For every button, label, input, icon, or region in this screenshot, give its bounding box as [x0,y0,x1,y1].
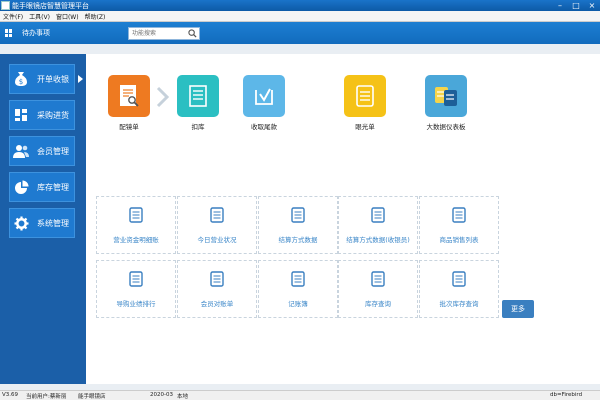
flow-label: 眼光单 [355,123,375,131]
sidebar-item-cashier[interactable]: $ 开单收银 [9,64,75,94]
search-icon[interactable] [188,29,197,38]
status-user: 当前用户:蔡新丽 [26,394,67,400]
report-label: 营业资金明细账 [113,236,159,244]
doc-list-icon [177,75,219,117]
status-version: V3.69 [2,392,19,398]
report-label: 库存查询 [365,300,391,308]
menu-tools[interactable]: 工具(V) [26,12,53,21]
report-tile[interactable]: 批次库存查询 [419,260,499,318]
status-bar: V3.69 当前用户:蔡新丽 能手眼镜店 2020-03 本地 db=Fireb… [0,390,600,400]
report-tile[interactable]: 导购业绩排行 [96,260,176,318]
document-icon [452,207,466,223]
report-tile[interactable]: 商品销售列表 [419,196,499,254]
main-panel: 配镜单 扣库 收取尾款 眼光单 大数据仪表板 营业资金明细账 今日营业状况 结算… [86,54,600,384]
sidebar-item-label: 采购进货 [37,110,69,120]
svg-text:$: $ [19,78,23,86]
document-icon [210,271,224,287]
document-icon [291,207,305,223]
sidebar: $ 开单收银 采购进货 会员管理 库存管理 系统管理 [0,54,86,384]
document-icon [452,271,466,287]
flow-dashboard[interactable]: 大数据仪表板 [424,75,468,131]
sidebar-item-label: 会员管理 [37,146,69,156]
sidebar-item-purchase[interactable]: 采购进货 [9,100,75,130]
report-tile[interactable]: 结算方式数据(收银员) [338,196,418,254]
toolbar: 待办事项 [0,22,600,44]
status-location: 本地 [177,394,189,400]
flow-label: 收取尾款 [251,123,277,131]
active-indicator-arrow [78,75,83,83]
grid-icon[interactable] [5,29,13,37]
status-db: db=Firebird [550,392,583,398]
pie-chart-icon [13,179,29,195]
document-icon [129,271,143,287]
report-tile[interactable]: 今日营业状况 [177,196,257,254]
flow-eye-order[interactable]: 眼光单 [343,75,387,131]
gear-icon [13,215,29,231]
sidebar-item-label: 库存管理 [37,182,69,192]
flow-label: 扣库 [191,123,205,131]
report-label: 今日营业状况 [197,236,237,244]
report-tile[interactable]: 记账簿 [258,260,338,318]
document-icon [291,271,305,287]
search-input[interactable] [129,28,187,39]
report-label: 结算方式数据 [278,236,318,244]
report-label: 会员对账单 [200,300,234,308]
search-box [128,27,200,40]
document-icon [210,207,224,223]
download-tray-icon [243,75,285,117]
sidebar-item-label: 系统管理 [37,218,69,228]
prescription-doc-icon [108,75,150,117]
report-label: 商品销售列表 [439,236,479,244]
dashboard-docs-icon [425,75,467,117]
users-icon [13,143,29,159]
document-icon [129,207,143,223]
report-tile[interactable]: 结算方式数据 [258,196,338,254]
report-label: 批次库存查询 [439,300,479,308]
report-tile[interactable]: 会员对账单 [177,260,257,318]
sidebar-item-system[interactable]: 系统管理 [9,208,75,238]
app-icon [1,1,10,10]
report-label: 导购业绩排行 [116,300,156,308]
flow-label: 大数据仪表板 [426,123,466,131]
document-icon [371,207,385,223]
flow-prescription[interactable]: 配镜单 [107,75,151,131]
status-date: 2020-03 [150,392,173,398]
sidebar-item-inventory[interactable]: 库存管理 [9,172,75,202]
more-button[interactable]: 更多 [502,300,534,318]
flow-label: 配镜单 [119,123,139,131]
report-tile[interactable]: 营业资金明细账 [96,196,176,254]
status-store: 能手眼镜店 [78,394,106,400]
flow-deduct-stock[interactable]: 扣库 [176,75,220,131]
menu-help[interactable]: 帮助(Z) [82,12,109,21]
chevron-right-icon [156,86,170,108]
menu-window[interactable]: 窗口(W) [53,12,82,21]
sidebar-item-label: 开单收银 [37,74,69,84]
blocks-icon [13,107,29,123]
flow-collect-balance[interactable]: 收取尾款 [242,75,286,131]
report-tile[interactable]: 库存查询 [338,260,418,318]
window-title: 能手眼镜店智慧管理平台 [12,1,89,10]
todo-button[interactable]: 待办事项 [22,28,50,38]
menu-bar: 文件(F) 工具(V) 窗口(W) 帮助(Z) [0,11,600,22]
report-label: 记账簿 [288,300,308,308]
close-button[interactable]: × [584,0,600,11]
maximize-button[interactable]: □ [568,0,584,11]
sidebar-item-members[interactable]: 会员管理 [9,136,75,166]
menu-file[interactable]: 文件(F) [0,12,26,21]
minimize-button[interactable]: – [552,0,568,11]
doc-yellow-icon [344,75,386,117]
title-bar: 能手眼镜店智慧管理平台 – □ × [0,0,600,11]
report-label: 结算方式数据(收银员) [346,236,410,244]
money-bag-icon: $ [13,71,29,87]
document-icon [371,271,385,287]
